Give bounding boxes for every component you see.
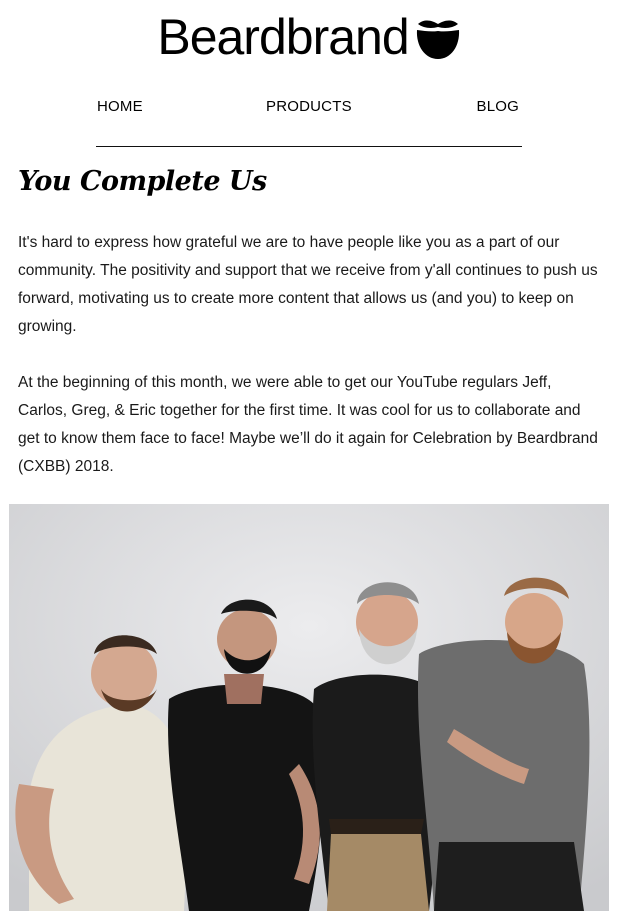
brand-name: Beardbrand	[157, 9, 409, 65]
main-nav: HOME PRODUCTS BLOG	[96, 98, 522, 147]
beard-icon	[416, 20, 459, 59]
group-photo	[9, 504, 609, 911]
article-title: You Complete Us	[18, 166, 267, 197]
nav-home-link[interactable]: HOME	[97, 98, 143, 115]
brand-logo[interactable]: Beardbrand	[0, 12, 618, 62]
article-paragraph-1: It's hard to express how grateful we are…	[18, 234, 598, 335]
article-paragraph-2: At the beginning of this month, we were …	[18, 374, 598, 475]
nav-blog-link[interactable]: BLOG	[477, 98, 519, 115]
group-photo-illustration	[9, 504, 609, 911]
nav-products-link[interactable]: PRODUCTS	[266, 98, 352, 115]
